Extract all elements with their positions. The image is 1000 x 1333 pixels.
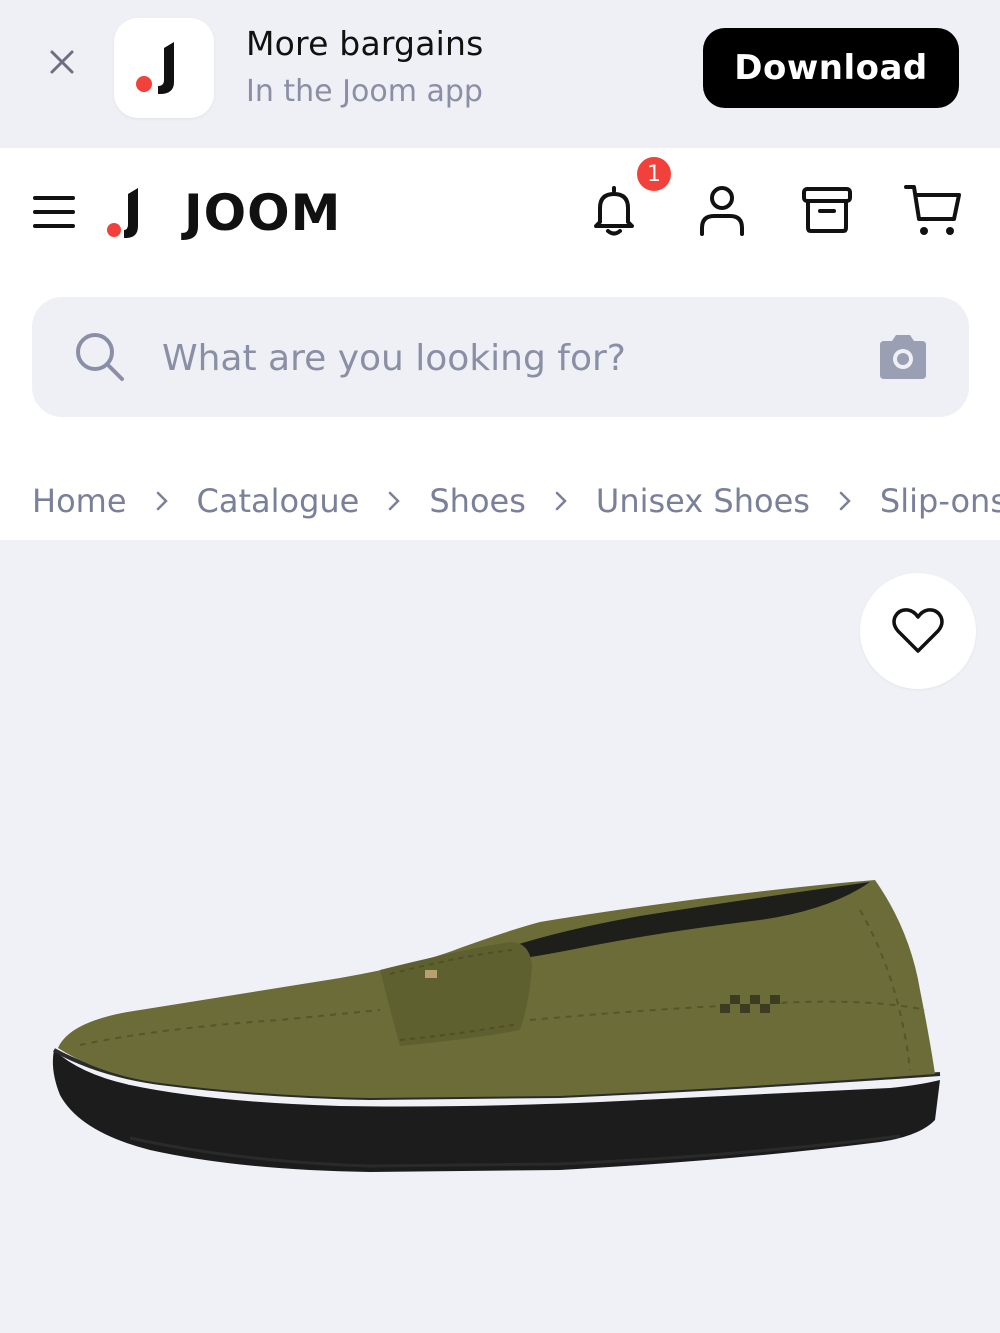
product-gallery[interactable]	[0, 540, 1000, 1333]
favorite-button[interactable]	[860, 573, 976, 689]
chevron-right-icon	[554, 490, 568, 512]
breadcrumb-home[interactable]: Home	[32, 482, 127, 520]
search-bar	[32, 297, 969, 417]
close-icon[interactable]	[44, 44, 80, 80]
user-icon[interactable]	[690, 178, 754, 242]
search-input[interactable]	[160, 321, 844, 395]
breadcrumb: Home Catalogue Shoes Unisex Shoes Slip-o…	[32, 476, 1000, 526]
chevron-right-icon	[387, 490, 401, 512]
menu-icon[interactable]	[32, 192, 76, 232]
breadcrumb-slip-ons[interactable]: Slip-ons	[880, 482, 1000, 520]
banner-subtitle: In the Joom app	[246, 74, 483, 109]
product-image	[52, 880, 941, 1172]
breadcrumb-unisex-shoes[interactable]: Unisex Shoes	[596, 482, 810, 520]
joom-app-icon[interactable]	[114, 18, 214, 118]
chevron-right-icon	[838, 490, 852, 512]
banner-title: More bargains	[246, 24, 484, 63]
bell-icon[interactable]	[582, 178, 646, 242]
search-icon[interactable]	[72, 329, 128, 385]
joom-logo-mark-icon	[107, 188, 138, 238]
logo-text: JOOM	[184, 184, 342, 242]
breadcrumb-catalogue[interactable]: Catalogue	[197, 482, 360, 520]
camera-icon[interactable]	[876, 333, 930, 381]
cart-icon[interactable]	[902, 178, 966, 242]
app-banner: More bargains In the Joom app Download	[0, 0, 1000, 148]
joom-logo[interactable]: JOOM	[104, 178, 341, 248]
chevron-right-icon	[155, 490, 169, 512]
orders-box-icon[interactable]	[795, 178, 859, 242]
download-button[interactable]: Download	[703, 28, 959, 108]
breadcrumb-shoes[interactable]: Shoes	[429, 482, 526, 520]
header: JOOM 1	[0, 148, 1000, 278]
notification-badge: 1	[634, 154, 674, 194]
heart-icon	[892, 608, 944, 653]
